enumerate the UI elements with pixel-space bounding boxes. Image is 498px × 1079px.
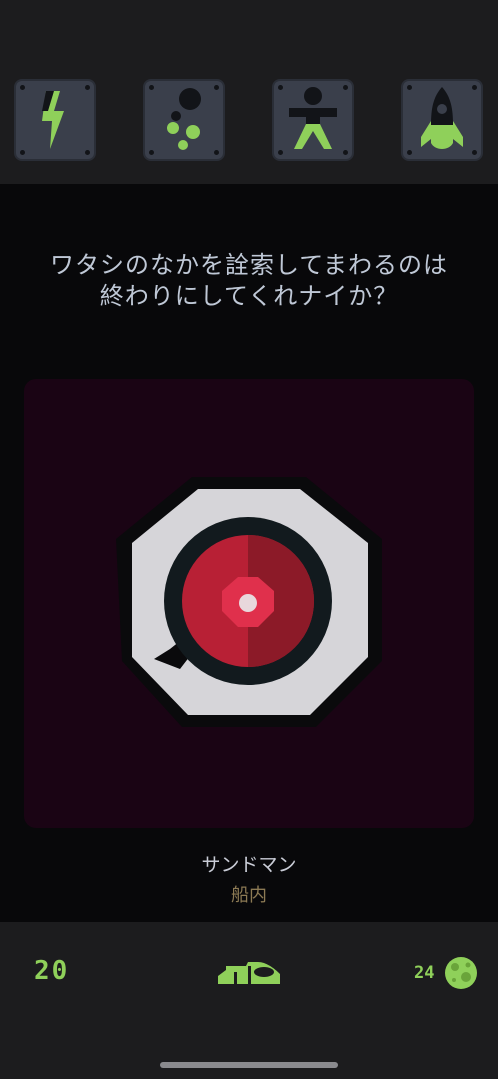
character-panel[interactable] bbox=[24, 379, 474, 828]
bubbles-tile-button[interactable] bbox=[143, 79, 225, 161]
dialogue-message: ワタシのなかを詮索してまわるのは 終わりにしてくれナイか？ bbox=[20, 250, 478, 312]
character-name: サンドマン bbox=[201, 854, 297, 876]
lightning-icon bbox=[42, 91, 64, 149]
character-location: 船内 bbox=[231, 885, 267, 906]
dialogue-line-1: ワタシのなかを詮索してまわるのは bbox=[49, 251, 449, 279]
bubbles-icon bbox=[167, 88, 201, 150]
person-icon bbox=[289, 87, 337, 149]
sandman-eye-icon bbox=[116, 477, 382, 727]
rocket-icon bbox=[421, 87, 463, 149]
rocket-tile-button[interactable] bbox=[401, 79, 483, 161]
person-tile-button[interactable] bbox=[272, 79, 354, 161]
bottom-status-bar bbox=[0, 922, 498, 1079]
dialogue-line-2: 終わりにしてくれナイか？ bbox=[99, 282, 399, 310]
energy-tile-button[interactable] bbox=[14, 79, 96, 161]
home-indicator[interactable] bbox=[160, 1062, 338, 1068]
moon-counter: 24 bbox=[414, 963, 435, 983]
shoe-icon[interactable] bbox=[214, 956, 284, 990]
moon-icon[interactable] bbox=[443, 955, 479, 991]
top-category-bar bbox=[0, 0, 498, 184]
step-counter: 20 bbox=[34, 956, 70, 986]
